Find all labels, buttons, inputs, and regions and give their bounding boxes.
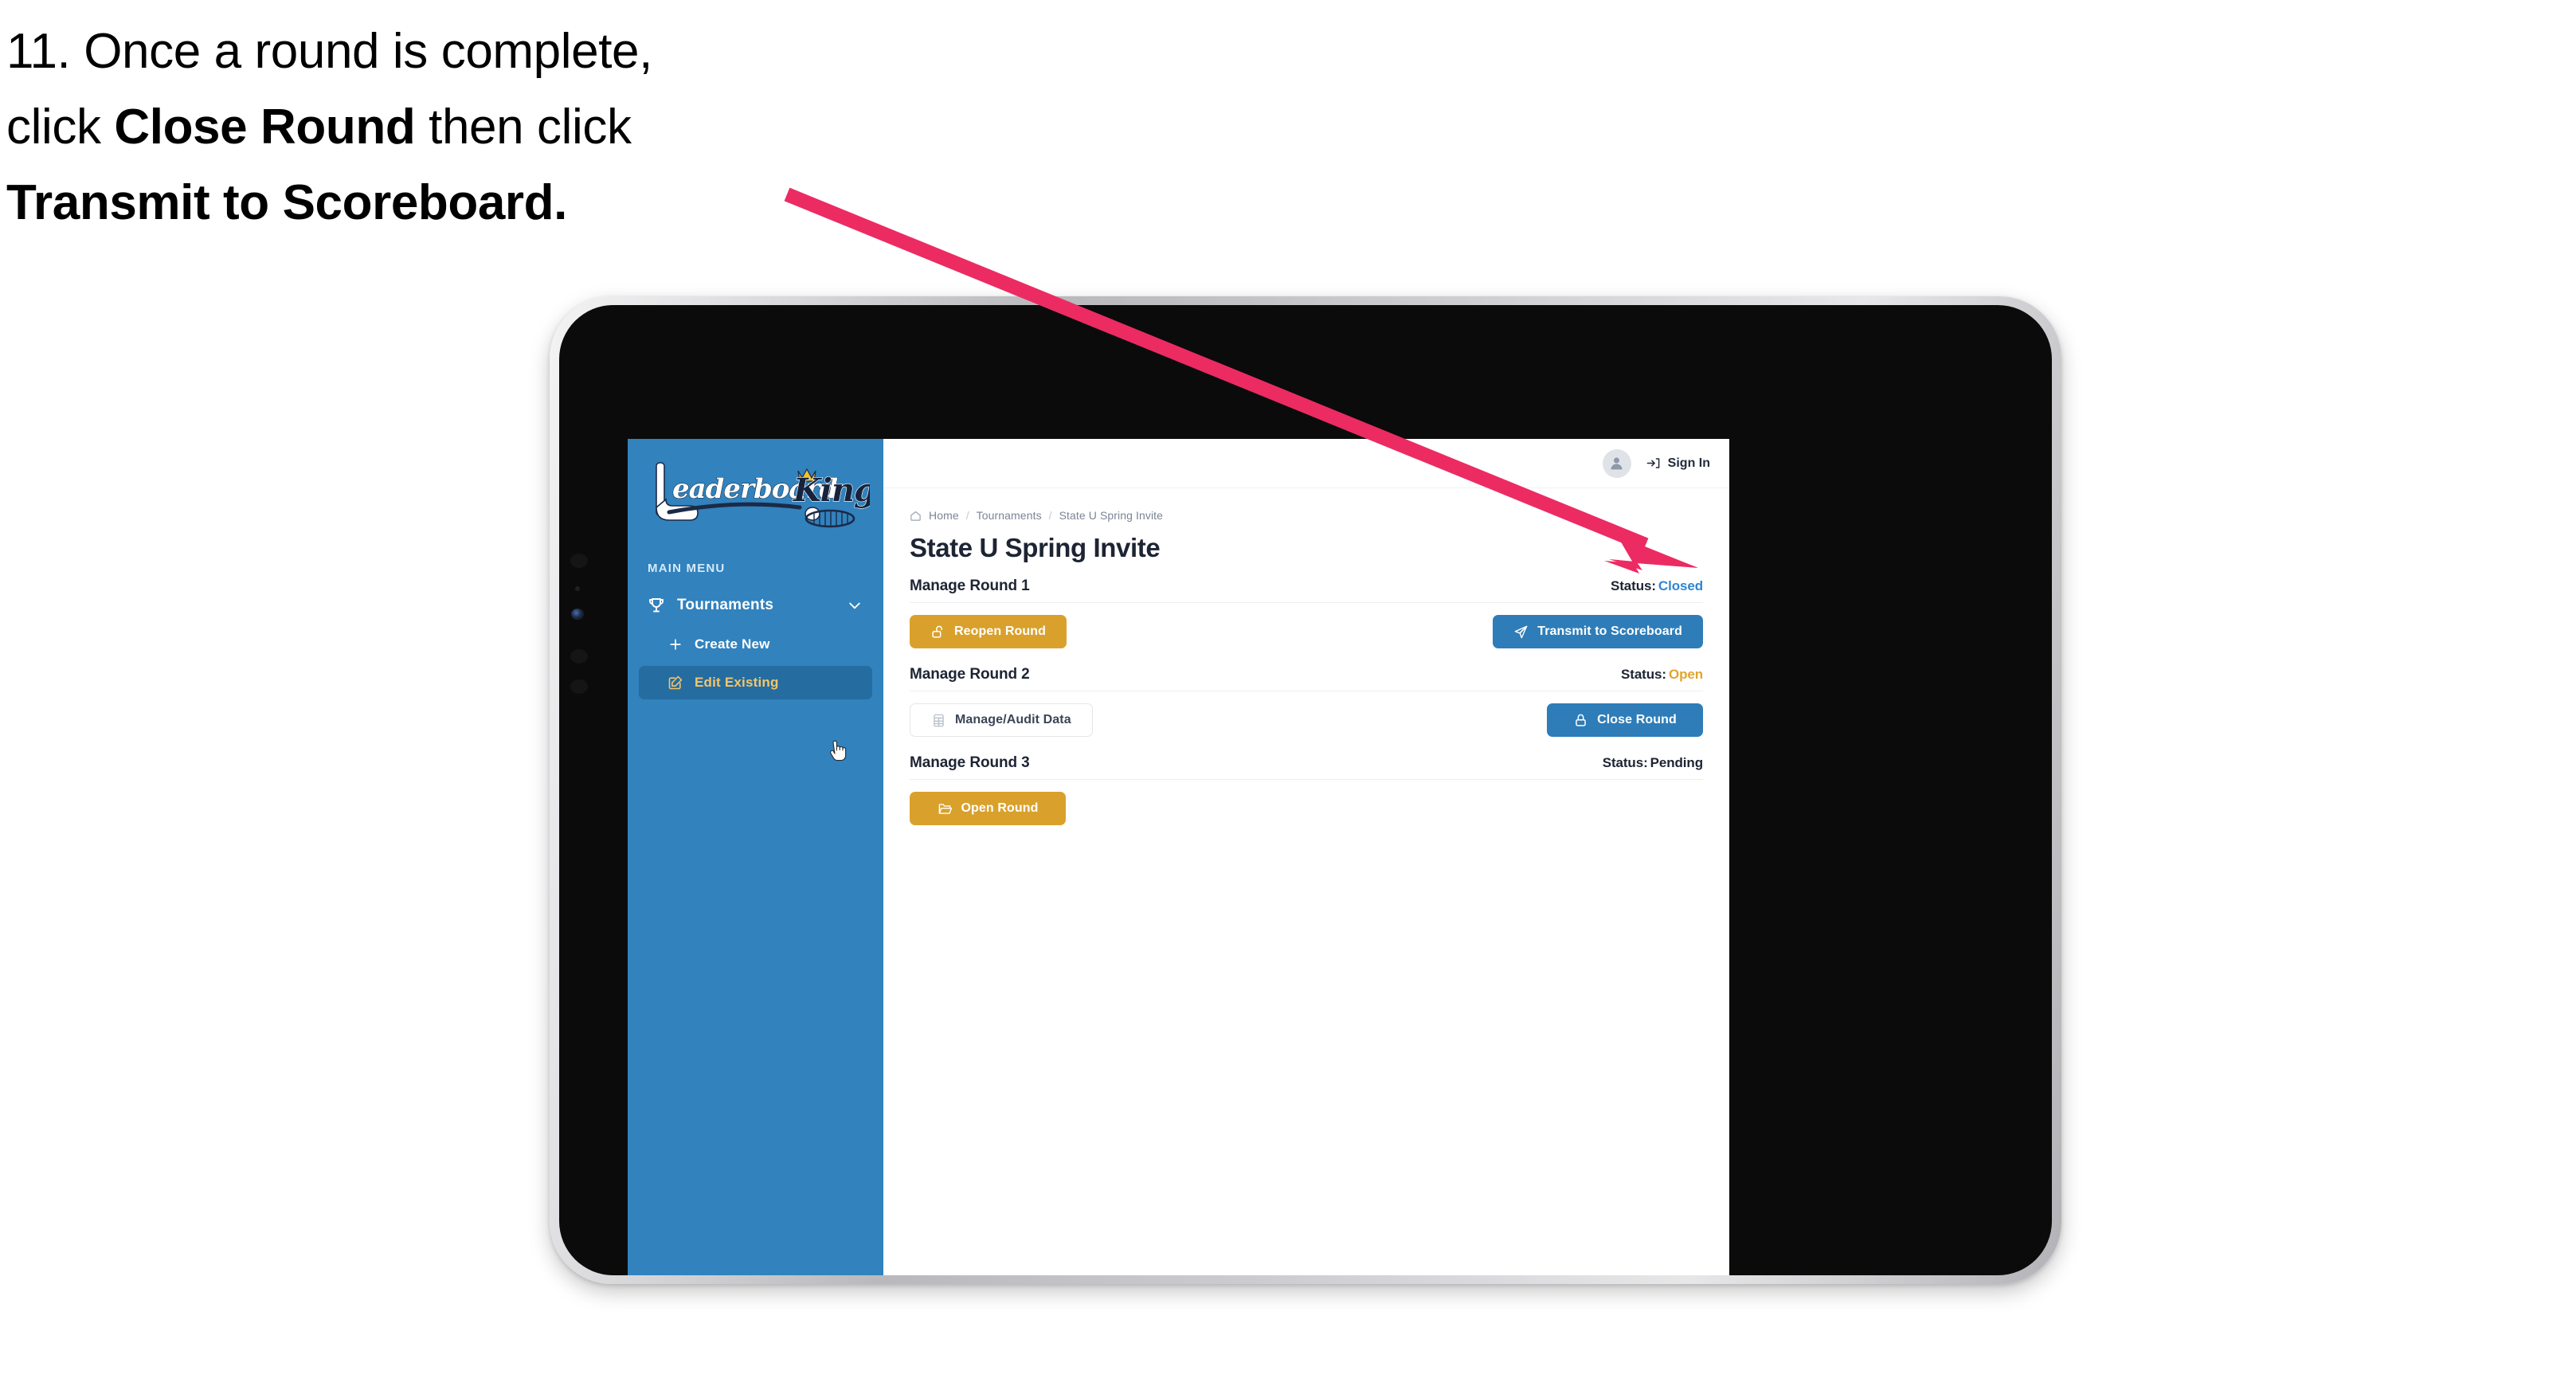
sidebar: eaderboard King MAIN MENU Tournaments Cr… bbox=[628, 439, 883, 1275]
app-viewport: eaderboard King MAIN MENU Tournaments Cr… bbox=[628, 439, 1729, 1275]
round-3-status-label: Status: bbox=[1602, 755, 1648, 770]
mic-dot-icon bbox=[570, 649, 588, 664]
sidebar-item-create-new[interactable]: Create New bbox=[639, 628, 872, 661]
pointing-hand-cursor-icon bbox=[829, 740, 847, 762]
round-1-title: Manage Round 1 bbox=[910, 578, 1030, 594]
sidebar-item-tournaments[interactable]: Tournaments bbox=[640, 588, 871, 623]
caption-line-1: 11. Once a round is complete, bbox=[6, 14, 851, 90]
unlock-icon bbox=[932, 625, 943, 638]
leaderboard-king-logo-icon: eaderboard King bbox=[656, 462, 870, 528]
edit-square-icon bbox=[668, 675, 683, 690]
front-camera-icon bbox=[570, 554, 588, 568]
round-1-status-value: Closed bbox=[1658, 578, 1703, 593]
breadcrumb-item-current[interactable]: State U Spring Invite bbox=[1059, 509, 1164, 522]
breadcrumb-separator: / bbox=[1048, 509, 1052, 522]
caption-line-1-text: 11. Once a round is complete, bbox=[6, 24, 652, 79]
close-round-button[interactable]: Close Round bbox=[1547, 703, 1703, 737]
chevron-down-icon bbox=[849, 602, 860, 609]
user-avatar-icon bbox=[1611, 457, 1623, 470]
open-round-button[interactable]: Open Round bbox=[910, 792, 1066, 825]
caption-line-2: click Close Round then click bbox=[6, 90, 851, 166]
manage-audit-data-label: Manage/Audit Data bbox=[955, 713, 1071, 726]
open-folder-icon bbox=[938, 803, 952, 814]
round-3-action-spacer bbox=[1702, 808, 1703, 809]
round-block-3: Manage Round 3 Status: Pending Open Roun… bbox=[910, 754, 1703, 825]
top-bar: Sign In bbox=[883, 439, 1729, 488]
close-round-label: Close Round bbox=[1597, 713, 1677, 726]
breadcrumb-separator: / bbox=[965, 509, 969, 522]
ambient-sensor-icon bbox=[571, 609, 584, 620]
round-2-status-value: Open bbox=[1668, 667, 1703, 682]
trophy-icon bbox=[649, 598, 664, 613]
transmit-to-scoreboard-label: Transmit to Scoreboard bbox=[1537, 624, 1682, 638]
sidebar-item-edit-existing-label: Edit Existing bbox=[695, 675, 779, 690]
round-2-header: Manage Round 2 Status: Open bbox=[910, 666, 1703, 691]
round-2-title: Manage Round 2 bbox=[910, 666, 1030, 683]
lock-icon bbox=[1576, 714, 1586, 726]
reopen-round-label: Reopen Round bbox=[954, 624, 1046, 638]
caption-line-2-pre: click bbox=[6, 99, 115, 155]
round-1-actions: Reopen Round Transmit to Scoreboard bbox=[910, 615, 1703, 648]
sign-in-label: Sign In bbox=[1667, 456, 1710, 470]
instruction-caption: 11. Once a round is complete, click Clos… bbox=[6, 14, 851, 241]
sign-in-arrow-icon bbox=[1646, 458, 1660, 468]
screenshot-root: 11. Once a round is complete, click Clos… bbox=[0, 0, 2576, 1386]
content-area: Home / Tournaments / State U Spring Invi… bbox=[883, 488, 1729, 1275]
round-3-status: Status: Pending bbox=[1603, 755, 1703, 771]
table-grid-icon bbox=[934, 714, 944, 726]
round-block-2: Manage Round 2 Status: Open Manage/Audit… bbox=[910, 666, 1703, 737]
speaker-dot-icon bbox=[570, 679, 588, 694]
tablet-device-frame: eaderboard King MAIN MENU Tournaments Cr… bbox=[550, 296, 2061, 1284]
caption-line-3-bold: Transmit to Scoreboard. bbox=[6, 174, 567, 230]
home-icon bbox=[910, 511, 921, 521]
round-3-actions: Open Round bbox=[910, 792, 1703, 825]
round-3-header: Manage Round 3 Status: Pending bbox=[910, 754, 1703, 780]
sidebar-item-create-new-label: Create New bbox=[695, 636, 770, 652]
breadcrumb-item-tournaments[interactable]: Tournaments bbox=[977, 509, 1042, 522]
sidebar-section-label: MAIN MENU bbox=[648, 562, 726, 575]
caption-line-3: Transmit to Scoreboard. bbox=[6, 166, 851, 241]
reopen-round-button[interactable]: Reopen Round bbox=[910, 615, 1067, 648]
round-2-status: Status: Open bbox=[1621, 667, 1703, 683]
app-logo[interactable]: eaderboard King bbox=[642, 458, 870, 541]
svg-text:King: King bbox=[793, 472, 870, 509]
main-column: Sign In Home / Tournaments / State U Spr… bbox=[883, 439, 1729, 1275]
tablet-bezel: eaderboard King MAIN MENU Tournaments Cr… bbox=[559, 305, 2052, 1275]
round-2-status-label: Status: bbox=[1621, 667, 1666, 682]
manage-audit-data-button[interactable]: Manage/Audit Data bbox=[910, 703, 1093, 737]
round-1-status: Status: Closed bbox=[1611, 578, 1703, 594]
round-block-1: Manage Round 1 Status: Closed Reopen Rou… bbox=[910, 578, 1703, 648]
send-plane-icon bbox=[1514, 625, 1528, 638]
breadcrumb-item-home[interactable]: Home bbox=[929, 509, 959, 522]
avatar[interactable] bbox=[1602, 448, 1631, 478]
sensor-dot-icon bbox=[575, 586, 580, 591]
transmit-to-scoreboard-button[interactable]: Transmit to Scoreboard bbox=[1493, 615, 1703, 648]
sign-in-button[interactable]: Sign In bbox=[1646, 456, 1710, 471]
sidebar-item-tournaments-label: Tournaments bbox=[677, 597, 774, 613]
page-title: State U Spring Invite bbox=[910, 533, 1161, 562]
round-3-status-value: Pending bbox=[1650, 755, 1703, 770]
round-1-header: Manage Round 1 Status: Closed bbox=[910, 578, 1703, 603]
sidebar-item-edit-existing[interactable]: Edit Existing bbox=[639, 666, 872, 699]
caption-line-2-post: then click bbox=[415, 99, 632, 155]
round-1-status-label: Status: bbox=[1611, 578, 1656, 593]
round-3-title: Manage Round 3 bbox=[910, 754, 1030, 771]
plus-icon bbox=[670, 639, 681, 650]
caption-line-2-bold: Close Round bbox=[114, 99, 416, 155]
round-2-actions: Manage/Audit Data Close Round bbox=[910, 703, 1703, 737]
open-round-label: Open Round bbox=[961, 801, 1039, 815]
breadcrumb: Home / Tournaments / State U Spring Invi… bbox=[910, 509, 1703, 522]
